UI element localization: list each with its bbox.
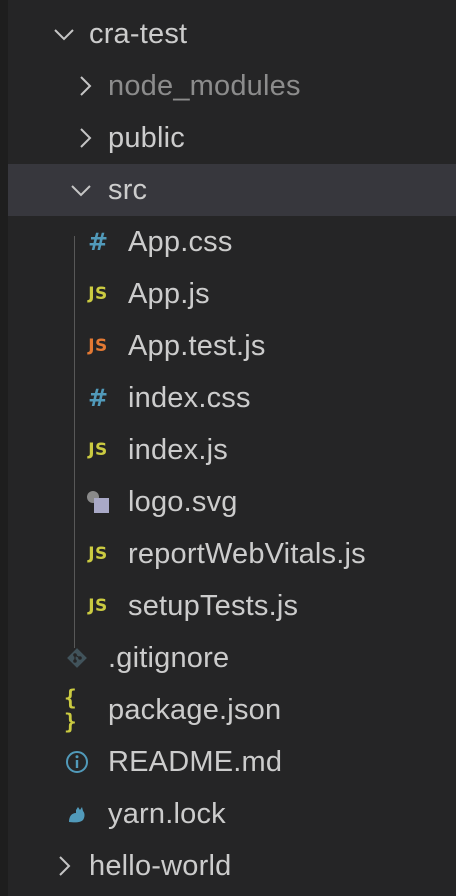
css-hash-icon: # <box>87 384 109 412</box>
svg-image-icon <box>85 476 111 528</box>
activity-bar-edge <box>0 0 8 896</box>
tree-item-label: App.js <box>128 278 210 310</box>
tree-item-label: logo.svg <box>128 486 238 518</box>
tree-item-app-css[interactable]: # App.css <box>8 216 456 268</box>
js-icon: JS <box>88 544 108 564</box>
tree-item-label: cra-test <box>89 18 188 50</box>
tree-item-gitignore[interactable]: .gitignore <box>8 632 456 684</box>
chevron-down-icon[interactable] <box>70 179 92 201</box>
tree-item-label: package.json <box>108 694 282 726</box>
tree-item-label: hello-world <box>89 850 232 882</box>
js-icon: JS <box>88 440 108 460</box>
tree-item-index-js[interactable]: JS index.js <box>8 424 456 476</box>
tree-item-label: public <box>108 122 185 154</box>
file-explorer-tree: cra-test node_modules public src # App.c… <box>8 8 456 892</box>
yarn-cat-icon <box>64 788 90 840</box>
tree-item-public[interactable]: public <box>8 112 456 164</box>
chevron-right-icon[interactable] <box>74 127 96 149</box>
css-hash-icon: # <box>87 228 109 256</box>
js-test-icon: JS <box>88 336 108 356</box>
tree-item-setup-tests-js[interactable]: JS setupTests.js <box>8 580 456 632</box>
tree-item-label: App.test.js <box>128 330 266 362</box>
js-icon: JS <box>88 596 108 616</box>
tree-item-yarn-lock[interactable]: yarn.lock <box>8 788 456 840</box>
tree-item-logo-svg[interactable]: logo.svg <box>8 476 456 528</box>
info-icon <box>64 736 90 788</box>
tree-item-label: reportWebVitals.js <box>128 538 366 570</box>
tree-item-index-css[interactable]: # index.css <box>8 372 456 424</box>
tree-item-label: src <box>108 174 148 206</box>
tree-item-package-json[interactable]: { } package.json <box>8 684 456 736</box>
git-icon <box>64 632 90 684</box>
tree-item-label: README.md <box>108 746 283 778</box>
tree-item-hello-world[interactable]: hello-world <box>8 840 456 892</box>
tree-item-readme-md[interactable]: README.md <box>8 736 456 788</box>
chevron-right-icon[interactable] <box>74 75 96 97</box>
tree-item-app-js[interactable]: JS App.js <box>8 268 456 320</box>
tree-item-label: App.css <box>128 226 233 258</box>
tree-item-label: index.css <box>128 382 251 414</box>
json-braces-icon: { } <box>64 686 78 734</box>
tree-item-label: .gitignore <box>108 642 230 674</box>
tree-item-node-modules[interactable]: node_modules <box>8 60 456 112</box>
tree-item-label: setupTests.js <box>128 590 299 622</box>
tree-item-label: yarn.lock <box>108 798 226 830</box>
chevron-right-icon[interactable] <box>53 855 75 877</box>
tree-item-app-test-js[interactable]: JS App.test.js <box>8 320 456 372</box>
tree-item-label: index.js <box>128 434 228 466</box>
tree-item-label: node_modules <box>108 70 301 102</box>
js-icon: JS <box>88 284 108 304</box>
tree-item-report-web-vitals-js[interactable]: JS reportWebVitals.js <box>8 528 456 580</box>
chevron-down-icon[interactable] <box>53 23 75 45</box>
tree-item-cra-test[interactable]: cra-test <box>8 8 456 60</box>
tree-item-src[interactable]: src <box>8 164 456 216</box>
